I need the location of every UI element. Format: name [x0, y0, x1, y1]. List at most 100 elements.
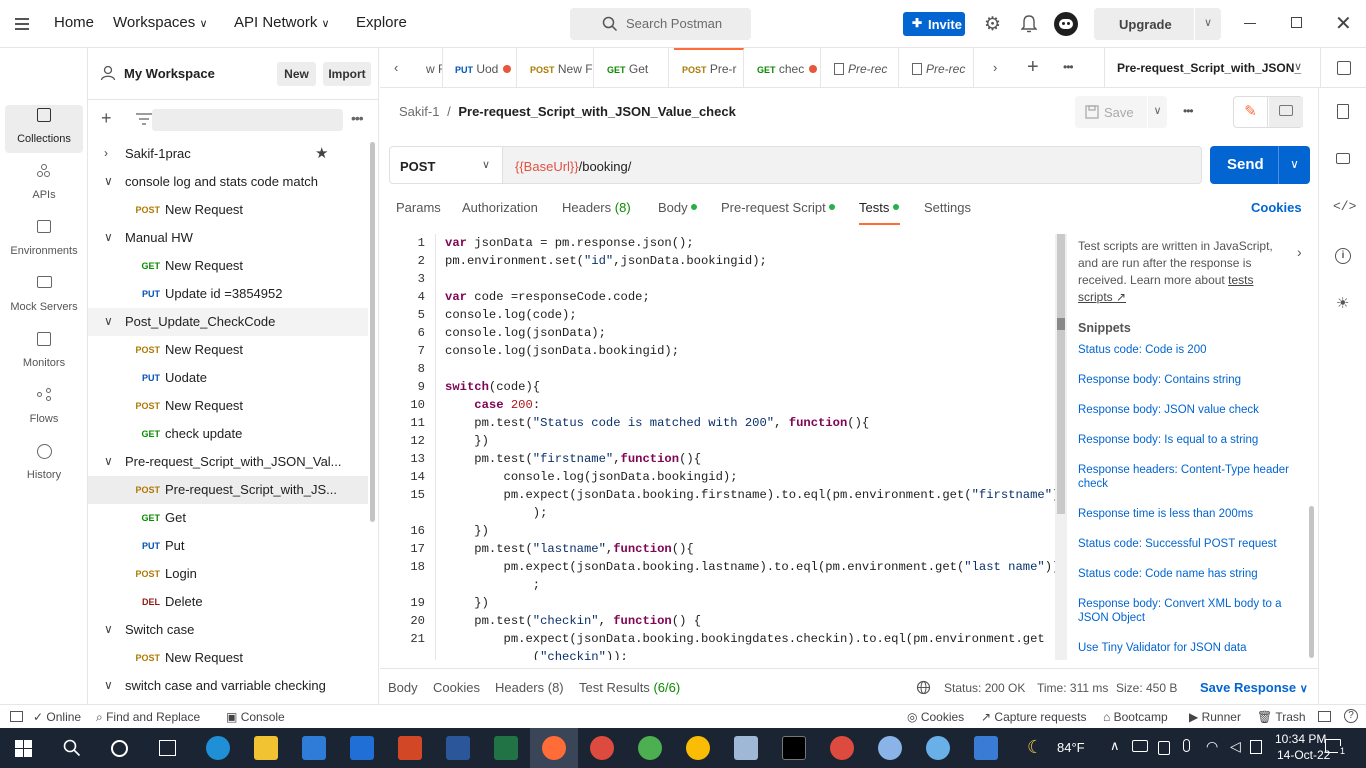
chevron-down-icon[interactable]: ∨	[1147, 96, 1167, 128]
code-snippet-icon[interactable]: </>	[1333, 199, 1356, 214]
comments-icon[interactable]	[1336, 153, 1350, 164]
find-replace-button[interactable]: ⌕ Find and Replace	[96, 710, 200, 725]
breadcrumb-parent[interactable]: Sakif-1	[399, 104, 439, 119]
response-status[interactable]: Status: 200 OK	[944, 681, 1025, 695]
chevron-down-icon[interactable]: ∨	[104, 678, 113, 692]
code-line[interactable]: 9 switch(code){	[389, 380, 1055, 398]
collection-folder[interactable]: ∨ Post_Update_CheckCode	[88, 308, 368, 336]
request-tab[interactable]: POST Pre-r	[674, 48, 744, 88]
tab-options-icon[interactable]: •••	[1063, 60, 1074, 74]
new-tab-icon[interactable]: +	[1027, 56, 1039, 79]
tab-headers[interactable]: Headers (8)	[562, 200, 631, 215]
code-line[interactable]: 1 var jsonData = pm.response.json();	[389, 236, 1055, 254]
settings-gear-icon[interactable]: ⚙	[984, 13, 1001, 36]
avatar[interactable]	[1054, 12, 1078, 36]
microphone-icon[interactable]	[1183, 739, 1190, 752]
code-line[interactable]: 5 console.log(code);	[389, 308, 1055, 326]
code-line[interactable]: 6 console.log(jsonData);	[389, 326, 1055, 344]
mail-icon[interactable]	[350, 736, 374, 760]
nav-environments[interactable]: Environments	[0, 220, 88, 257]
volume-icon[interactable]: ◁	[1230, 738, 1241, 755]
tabs-scroll-left-icon[interactable]: ‹	[394, 60, 398, 75]
chevron-down-icon[interactable]: ∨	[1294, 60, 1302, 73]
snippet-link[interactable]: Response time is less than 200ms	[1078, 507, 1303, 521]
url-input[interactable]: {{BaseUrl}}/booking/	[503, 146, 1202, 184]
environment-select[interactable]: Pre-request_Script_with_JSON_	[1104, 48, 1310, 88]
code-line[interactable]: 15 pm.expect(jsonData.booking.firstname)…	[389, 488, 1055, 506]
code-line[interactable]: 18 pm.expect(jsonData.booking.lastname).…	[389, 560, 1055, 578]
hamburger-menu-icon[interactable]	[15, 18, 29, 30]
notification-bell-icon[interactable]	[1021, 15, 1037, 33]
response-tab-test-results[interactable]: Test Results (6/6)	[579, 680, 680, 695]
code-editor[interactable]: 1 var jsonData = pm.response.json(); 2 pm.e…	[389, 234, 1055, 660]
save-button[interactable]: Save ∨	[1075, 96, 1167, 128]
request-tab[interactable]: GET chec	[749, 48, 821, 88]
collection-folder[interactable]: ∨ console log and stats code match	[88, 168, 368, 196]
help-icon[interactable]: ?	[1344, 709, 1358, 723]
code-line[interactable]: 8	[389, 362, 1055, 380]
request-item[interactable]: POST New Request	[88, 336, 368, 364]
collection-folder[interactable]: › Sakif-1prac ★	[88, 140, 368, 168]
documentation-icon[interactable]	[1337, 104, 1349, 119]
code-line[interactable]: 12 })	[389, 434, 1055, 452]
chevron-right-icon[interactable]: ›	[104, 146, 108, 160]
minimize-window-icon[interactable]	[1244, 23, 1256, 24]
battery-icon[interactable]	[1158, 741, 1170, 755]
nav-mock-servers[interactable]: Mock Servers	[0, 276, 88, 313]
snippet-link[interactable]: Use Tiny Validator for JSON data	[1078, 641, 1303, 655]
tab-tests[interactable]: Tests	[859, 200, 899, 215]
code-line[interactable]: ;	[389, 578, 1055, 596]
request-tab[interactable]: w F	[418, 48, 443, 88]
runner-button[interactable]: ▶ Runner	[1189, 710, 1241, 724]
collection-folder[interactable]: ∨ switch case and varriable checking	[88, 672, 368, 700]
request-item[interactable]: POST New Request	[88, 644, 368, 672]
nav-collections[interactable]: Collections	[0, 108, 88, 145]
new-button[interactable]: New	[277, 62, 316, 86]
code-line[interactable]: 2 pm.environment.set("id",jsonData.bookin…	[389, 254, 1055, 272]
store-icon[interactable]	[302, 736, 326, 760]
request-tab[interactable]: Pre-rec	[904, 48, 974, 88]
chevron-down-icon[interactable]: ∨	[104, 230, 113, 244]
task-view-icon[interactable]	[159, 740, 176, 756]
paint-3d-icon[interactable]	[926, 736, 950, 760]
terminal-icon[interactable]	[782, 736, 806, 760]
paint-icon[interactable]	[878, 736, 902, 760]
request-tab[interactable]: Pre-rec	[826, 48, 899, 88]
request-item[interactable]: PUT Put	[88, 532, 368, 560]
close-window-icon[interactable]: ✕	[1335, 11, 1352, 36]
code-line[interactable]: 19 })	[389, 596, 1055, 614]
request-item[interactable]: PUT Uodate	[88, 364, 368, 392]
cortana-icon[interactable]	[111, 740, 128, 757]
photos-icon[interactable]	[974, 736, 998, 760]
code-line[interactable]: 17 pm.test("lastname",function(){	[389, 542, 1055, 560]
editor-scrollbar[interactable]	[1055, 234, 1067, 660]
code-line[interactable]: );	[389, 506, 1055, 524]
info-icon[interactable]: i	[1335, 248, 1351, 264]
nav-workspaces[interactable]: Workspaces ∨	[113, 14, 208, 31]
nav-flows[interactable]: Flows	[0, 388, 88, 425]
request-tab[interactable]: POST New F	[522, 48, 594, 88]
environment-quick-look-icon[interactable]	[1320, 48, 1366, 88]
snippet-link[interactable]: Response headers: Content-Type header ch…	[1078, 463, 1303, 491]
chevron-down-icon[interactable]: ∨	[104, 454, 113, 468]
request-tab[interactable]: GET Get	[599, 48, 669, 88]
wifi-icon[interactable]: ◠	[1206, 738, 1218, 755]
tab-pre-request-script[interactable]: Pre-request Script	[721, 200, 836, 215]
collection-folder[interactable]: ∨ Pre-request_Script_with_JSON_Val...	[88, 448, 368, 476]
code-line[interactable]: ("checkin"));	[389, 650, 1055, 660]
search-input[interactable]: Search Postman	[570, 8, 751, 40]
request-item[interactable]: DEL Delete	[88, 588, 368, 616]
trash-button[interactable]: 🗑 Trash	[1257, 710, 1306, 724]
snippet-link[interactable]: Response body: Contains string	[1078, 373, 1303, 387]
lightbulb-icon[interactable]: ☀	[1336, 294, 1349, 312]
upgrade-button[interactable]: Upgrade ∨	[1094, 8, 1221, 40]
weather-moon-icon[interactable]: ☾	[1027, 737, 1043, 758]
snippets-scrollbar[interactable]	[1309, 506, 1314, 658]
request-item[interactable]: PUT Update id =3854952	[88, 280, 368, 308]
response-tab-headers[interactable]: Headers (8)	[495, 680, 564, 695]
sidebar-toggle-icon[interactable]	[10, 711, 23, 722]
language-icon[interactable]	[1250, 740, 1262, 754]
chevron-down-icon[interactable]: ∨	[1278, 146, 1310, 184]
show-hidden-icons-icon[interactable]: ∧	[1110, 738, 1120, 754]
response-tab-cookies[interactable]: Cookies	[433, 680, 480, 695]
